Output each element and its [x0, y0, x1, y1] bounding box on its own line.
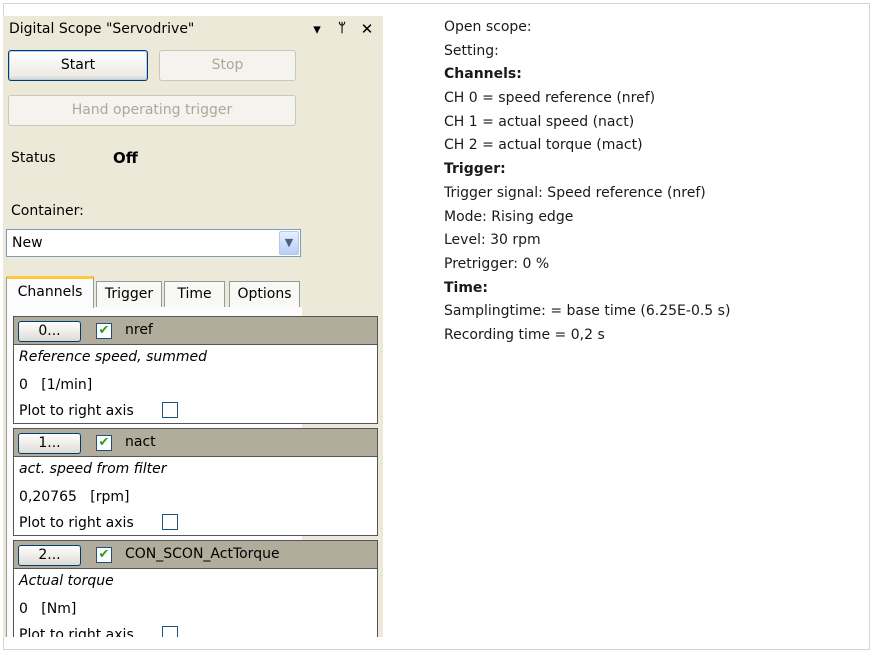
channel-config-button[interactable]: 1...: [18, 433, 81, 454]
info-line: Level: 30 rpm: [444, 232, 541, 249]
info-line: CH 2 = actual torque (mact): [444, 137, 643, 154]
status-label: Status: [11, 150, 56, 166]
info-line: CH 1 = actual speed (nact): [444, 113, 635, 130]
instructions-text: Open scope: Setting: Channels: CH 0 = sp…: [444, 16, 730, 348]
tab-time[interactable]: Time: [164, 281, 225, 307]
panel-titlebar: Digital Scope "Servodrive" ▾ ᛘ ✕: [3, 16, 383, 42]
channel-name: nref: [125, 322, 153, 338]
info-line: Samplingtime: = base time (6.25E-0.5 s): [444, 303, 731, 320]
plot-right-axis-label: Plot to right axis: [19, 627, 134, 637]
info-heading: Trigger:: [444, 161, 506, 178]
container-select[interactable]: New ▼: [6, 229, 301, 257]
channel-header: 0... ✔ nref: [13, 316, 378, 345]
info-line: Trigger signal: Speed reference (nref): [444, 184, 706, 201]
stop-button[interactable]: Stop: [159, 50, 296, 81]
channel-description: Reference speed, summed: [19, 349, 208, 365]
tab-channels[interactable]: Channels: [6, 276, 94, 308]
channel-config-button[interactable]: 2...: [18, 545, 81, 566]
channel-value: 0 [Nm]: [19, 601, 77, 617]
info-line: Pretrigger: 0 %: [444, 255, 550, 272]
info-line: Setting:: [444, 42, 499, 59]
channel-config-button[interactable]: 0...: [18, 321, 81, 342]
channel-enable-checkbox[interactable]: ✔: [96, 323, 112, 339]
channel-description: act. speed from filter: [19, 461, 167, 477]
channel-body: act. speed from filter 0,20765 [rpm] Plo…: [13, 457, 378, 536]
channel-value: 0 [1/min]: [19, 377, 93, 393]
channel-header: 1... ✔ nact: [13, 428, 378, 457]
channel-enable-checkbox[interactable]: ✔: [96, 547, 112, 563]
digital-scope-panel: Digital Scope "Servodrive" ▾ ᛘ ✕ Start S…: [3, 16, 383, 637]
channel-body: Actual torque 0 [Nm] Plot to right axis: [13, 569, 378, 637]
dropdown-icon[interactable]: ▾: [309, 19, 325, 39]
info-line: Mode: Rising edge: [444, 208, 574, 225]
info-heading: Channels:: [444, 66, 522, 83]
container-select-value: New: [12, 235, 43, 251]
info-line: CH 0 = speed reference (nref): [444, 90, 656, 107]
channel-description: Actual torque: [19, 573, 114, 589]
tab-trigger[interactable]: Trigger: [96, 281, 162, 307]
plot-right-axis-checkbox[interactable]: [162, 626, 178, 637]
pin-icon[interactable]: ᛘ: [334, 19, 350, 39]
container-label: Container:: [11, 203, 84, 219]
channel-value: 0,20765 [rpm]: [19, 489, 130, 505]
status-value: Off: [113, 149, 138, 167]
info-line: Recording time = 0,2 s: [444, 326, 605, 343]
chevron-down-icon[interactable]: ▼: [279, 231, 299, 255]
info-line: Open scope:: [444, 19, 532, 35]
tab-options[interactable]: Options: [229, 281, 300, 307]
close-icon[interactable]: ✕: [359, 19, 375, 39]
panel-title: Digital Scope "Servodrive": [9, 21, 195, 37]
channel-enable-checkbox[interactable]: ✔: [96, 435, 112, 451]
channel-name: CON_SCON_ActTorque: [125, 546, 280, 562]
plot-right-axis-checkbox[interactable]: [162, 402, 178, 418]
info-heading: Time:: [444, 279, 489, 296]
channel-name: nact: [125, 434, 156, 450]
plot-right-axis-label: Plot to right axis: [19, 515, 134, 531]
channel-header: 2... ✔ CON_SCON_ActTorque: [13, 540, 378, 569]
plot-right-axis-checkbox[interactable]: [162, 514, 178, 530]
hand-operating-trigger-button[interactable]: Hand operating trigger: [8, 95, 296, 126]
channel-body: Reference speed, summed 0 [1/min] Plot t…: [13, 345, 378, 424]
plot-right-axis-label: Plot to right axis: [19, 403, 134, 419]
start-button[interactable]: Start: [8, 50, 148, 81]
